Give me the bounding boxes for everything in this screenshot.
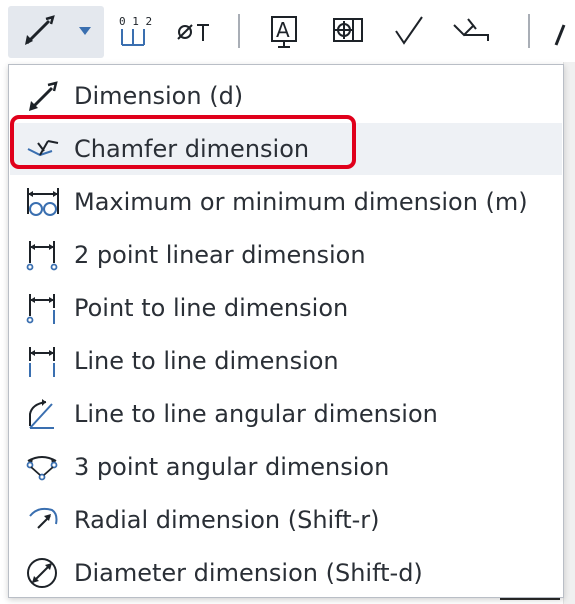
- ordinate-icon: 0 1 2: [119, 15, 152, 46]
- weld-symbol-icon: [453, 18, 489, 41]
- caret-down-icon: [79, 27, 91, 35]
- menu-item-point-to-line[interactable]: Point to line dimension: [10, 282, 562, 334]
- menu-item-chamfer-dimension[interactable]: Chamfer dimension: [10, 123, 562, 175]
- datum-button[interactable]: [326, 4, 370, 58]
- checkmark-icon: [395, 16, 423, 45]
- diameter-dimension-icon: [27, 558, 57, 588]
- toolbar-separator: [528, 14, 530, 48]
- menu-item-label: Chamfer dimension: [74, 135, 310, 163]
- menu-item-diameter-dimension[interactable]: Diameter dimension (Shift-d): [10, 547, 562, 599]
- chamfer-dimension-icon: [27, 140, 59, 157]
- menu-item-three-point-angular[interactable]: 3 point angular dimension: [10, 441, 562, 493]
- menu-item-radial-dimension[interactable]: Radial dimension (Shift-r): [10, 494, 562, 546]
- note-a-icon: A: [271, 16, 297, 48]
- surface-finish-button[interactable]: [388, 4, 432, 58]
- dimension-dropdown-menu: Dimension (d) Chamfer dimension Maximum …: [8, 64, 564, 598]
- drawing-toolbar: 0 1 2 A: [0, 0, 575, 62]
- menu-item-label: Diameter dimension (Shift-d): [74, 559, 423, 587]
- two-point-linear-icon: [26, 241, 58, 271]
- diameter-symbol-icon: [177, 24, 209, 41]
- menu-item-label: Radial dimension (Shift-r): [74, 506, 380, 534]
- svg-text:0 1 2: 0 1 2: [119, 15, 152, 28]
- weld-symbol-button[interactable]: [448, 4, 496, 58]
- diameter-symbol-button[interactable]: [170, 4, 216, 58]
- radial-dimension-icon: [29, 507, 58, 529]
- menu-item-max-min-dimension[interactable]: Maximum or minimum dimension (m): [10, 176, 562, 228]
- more-tools-button[interactable]: [546, 4, 570, 58]
- menu-item-label: Line to line dimension: [74, 347, 339, 375]
- dimension-dropdown-caret[interactable]: [70, 4, 100, 58]
- menu-item-label: Line to line angular dimension: [74, 400, 438, 428]
- datum-icon: [333, 18, 363, 42]
- dimension-tool-button[interactable]: [14, 4, 64, 58]
- point-to-line-icon: [26, 294, 55, 324]
- angular-dimension-icon: [29, 399, 54, 429]
- dimension-icon: [25, 15, 55, 45]
- menu-item-line-to-line[interactable]: Line to line dimension: [10, 335, 562, 387]
- dimension-icon: [29, 81, 58, 111]
- menu-item-label: 3 point angular dimension: [74, 453, 390, 481]
- menu-item-label: 2 point linear dimension: [74, 241, 366, 269]
- canvas-scrollbar[interactable]: [563, 62, 575, 604]
- svg-text:A: A: [276, 18, 290, 42]
- menu-item-label: Maximum or minimum dimension (m): [74, 188, 528, 216]
- partial-tool-icon: [554, 24, 566, 46]
- line-to-line-icon: [29, 347, 55, 377]
- note-button[interactable]: A: [262, 4, 306, 58]
- menu-item-line-to-line-angular[interactable]: Line to line angular dimension: [10, 388, 562, 440]
- menu-item-two-point-linear[interactable]: 2 point linear dimension: [10, 229, 562, 281]
- menu-item-dimension[interactable]: Dimension (d): [10, 70, 562, 122]
- menu-item-label: Dimension (d): [74, 82, 244, 110]
- toolbar-separator: [238, 14, 240, 48]
- menu-item-label: Point to line dimension: [74, 294, 349, 322]
- app-stage: 0 1 2 A Dimension (d) Chamfer dimension …: [0, 0, 575, 604]
- three-point-angular-icon: [26, 456, 58, 481]
- ordinate-dimension-button[interactable]: 0 1 2: [112, 4, 154, 58]
- max-min-dimension-icon: [27, 188, 59, 216]
